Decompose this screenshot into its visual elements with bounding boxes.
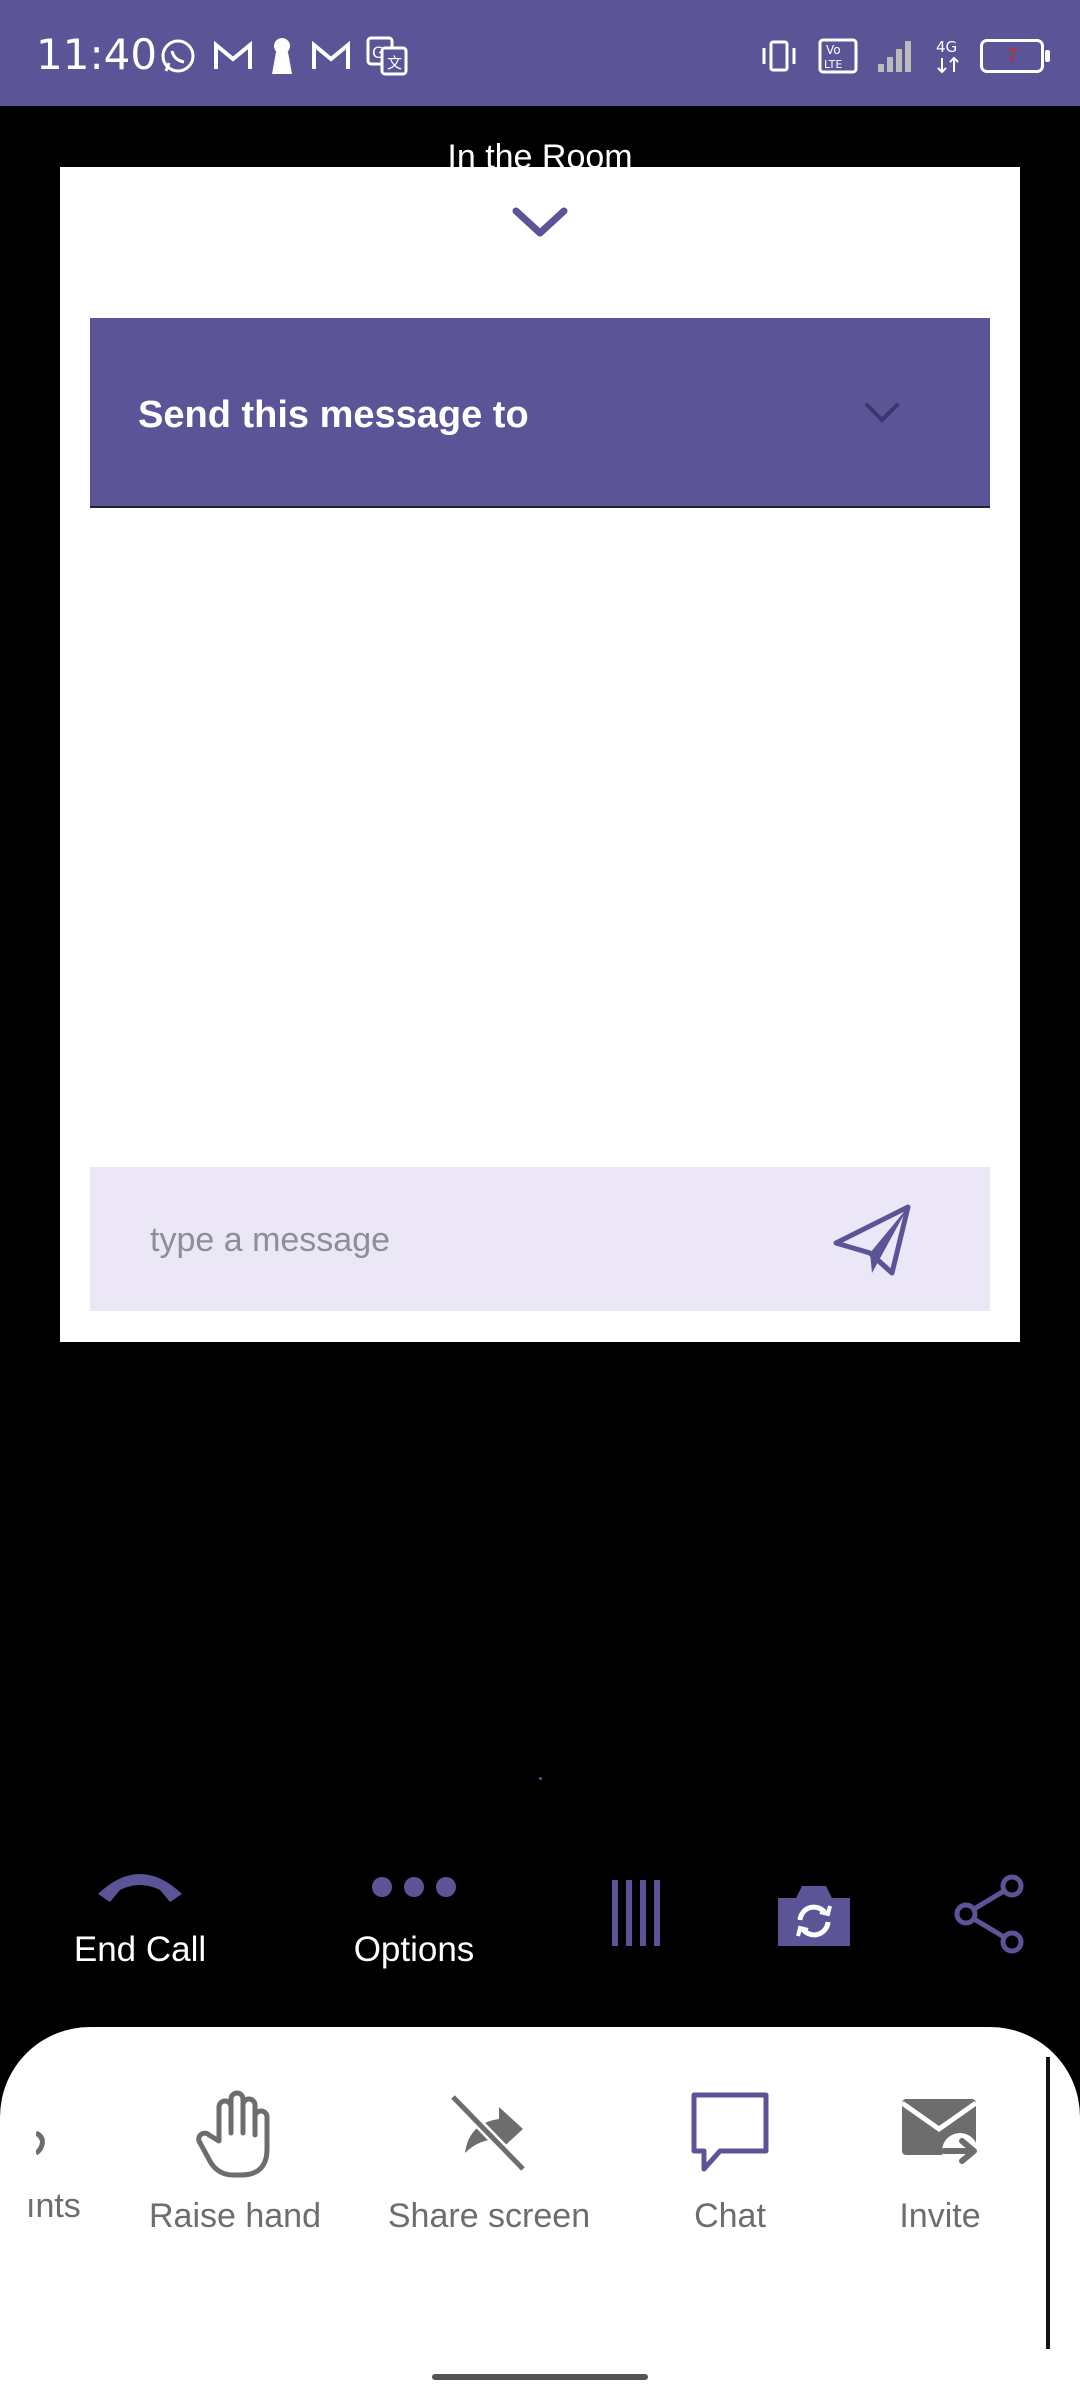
translate-icon: G文 <box>366 36 408 76</box>
call-controls: End Call Options <box>0 1860 1080 2020</box>
tray-scrollbar[interactable] <box>1046 2057 1050 2349</box>
tray-item-invite[interactable]: Invite <box>870 2089 1010 2236</box>
tray-item-participants[interactable]: ınts <box>26 2089 86 2226</box>
svg-text:LTE: LTE <box>824 58 842 71</box>
volte-icon: VoLTE <box>818 38 858 74</box>
chevron-down-icon[interactable] <box>510 205 570 241</box>
notification-icons: G文 <box>158 36 408 76</box>
tray-item-label: Share screen <box>387 2197 591 2235</box>
participants-icon <box>36 2130 45 2156</box>
switch-camera-icon[interactable] <box>774 1882 854 1950</box>
svg-text:文: 文 <box>387 54 402 72</box>
chat-sheet: Send this message to <box>60 167 1020 1342</box>
svg-text:Vo: Vo <box>826 43 841 57</box>
tray-item-label: ınts <box>26 2187 81 2225</box>
gmail-icon <box>214 40 252 69</box>
hand-icon <box>196 2090 270 2178</box>
chat-icon <box>691 2092 769 2172</box>
vibrate-icon <box>762 40 796 72</box>
message-input[interactable] <box>148 1209 852 1271</box>
status-bar: 11:40 G文 Vo LTE 4G 7 <box>0 0 1080 106</box>
whatsapp-icon <box>161 39 195 73</box>
bottom-tray: ınts Raise hand Share screen Chat Invite <box>0 2027 1080 2400</box>
tray-item-chat[interactable]: Chat <box>660 2089 800 2236</box>
svg-text:G: G <box>372 43 384 62</box>
system-icons: Vo LTE 4G 7 <box>758 36 1050 76</box>
end-call-label: End Call <box>73 1930 207 1969</box>
recipient-label: Send this message to <box>138 394 529 436</box>
tray-item-label: Invite <box>899 2197 981 2235</box>
signal-icon <box>878 41 911 72</box>
options-label: Options <box>353 1930 475 1969</box>
tray-item-label: Chat <box>694 2197 766 2235</box>
battery-level: 7 <box>1006 45 1017 66</box>
gmail-icon <box>312 40 350 69</box>
tray-item-raise-hand[interactable]: Raise hand <box>140 2089 330 2236</box>
chevron-down-icon <box>865 403 899 423</box>
invite-icon <box>900 2099 978 2169</box>
options-button[interactable]: Options <box>334 1860 494 1970</box>
phone-end-icon <box>98 1874 182 1902</box>
more-dots-icon <box>372 1877 456 1897</box>
layout-icon[interactable] <box>608 1878 668 1948</box>
keyhole-icon <box>272 38 292 74</box>
status-time: 11:40 <box>36 30 158 79</box>
tray-item-share-screen[interactable]: Share screen <box>378 2089 600 2236</box>
send-icon[interactable] <box>832 1203 912 1279</box>
end-call-button[interactable]: End Call <box>60 1860 220 1970</box>
battery-icon: 7 <box>980 39 1050 73</box>
recipient-selector[interactable]: Send this message to <box>90 318 990 508</box>
svg-text:4G: 4G <box>936 38 957 56</box>
home-indicator[interactable] <box>432 2374 648 2380</box>
share-icon[interactable] <box>952 1874 1028 1954</box>
4g-icon: 4G <box>936 38 959 74</box>
message-composer <box>90 1167 990 1311</box>
video-placeholder-dot <box>539 1777 542 1780</box>
screen-share-off-icon <box>449 2093 527 2173</box>
tray-item-label: Raise hand <box>148 2197 321 2235</box>
